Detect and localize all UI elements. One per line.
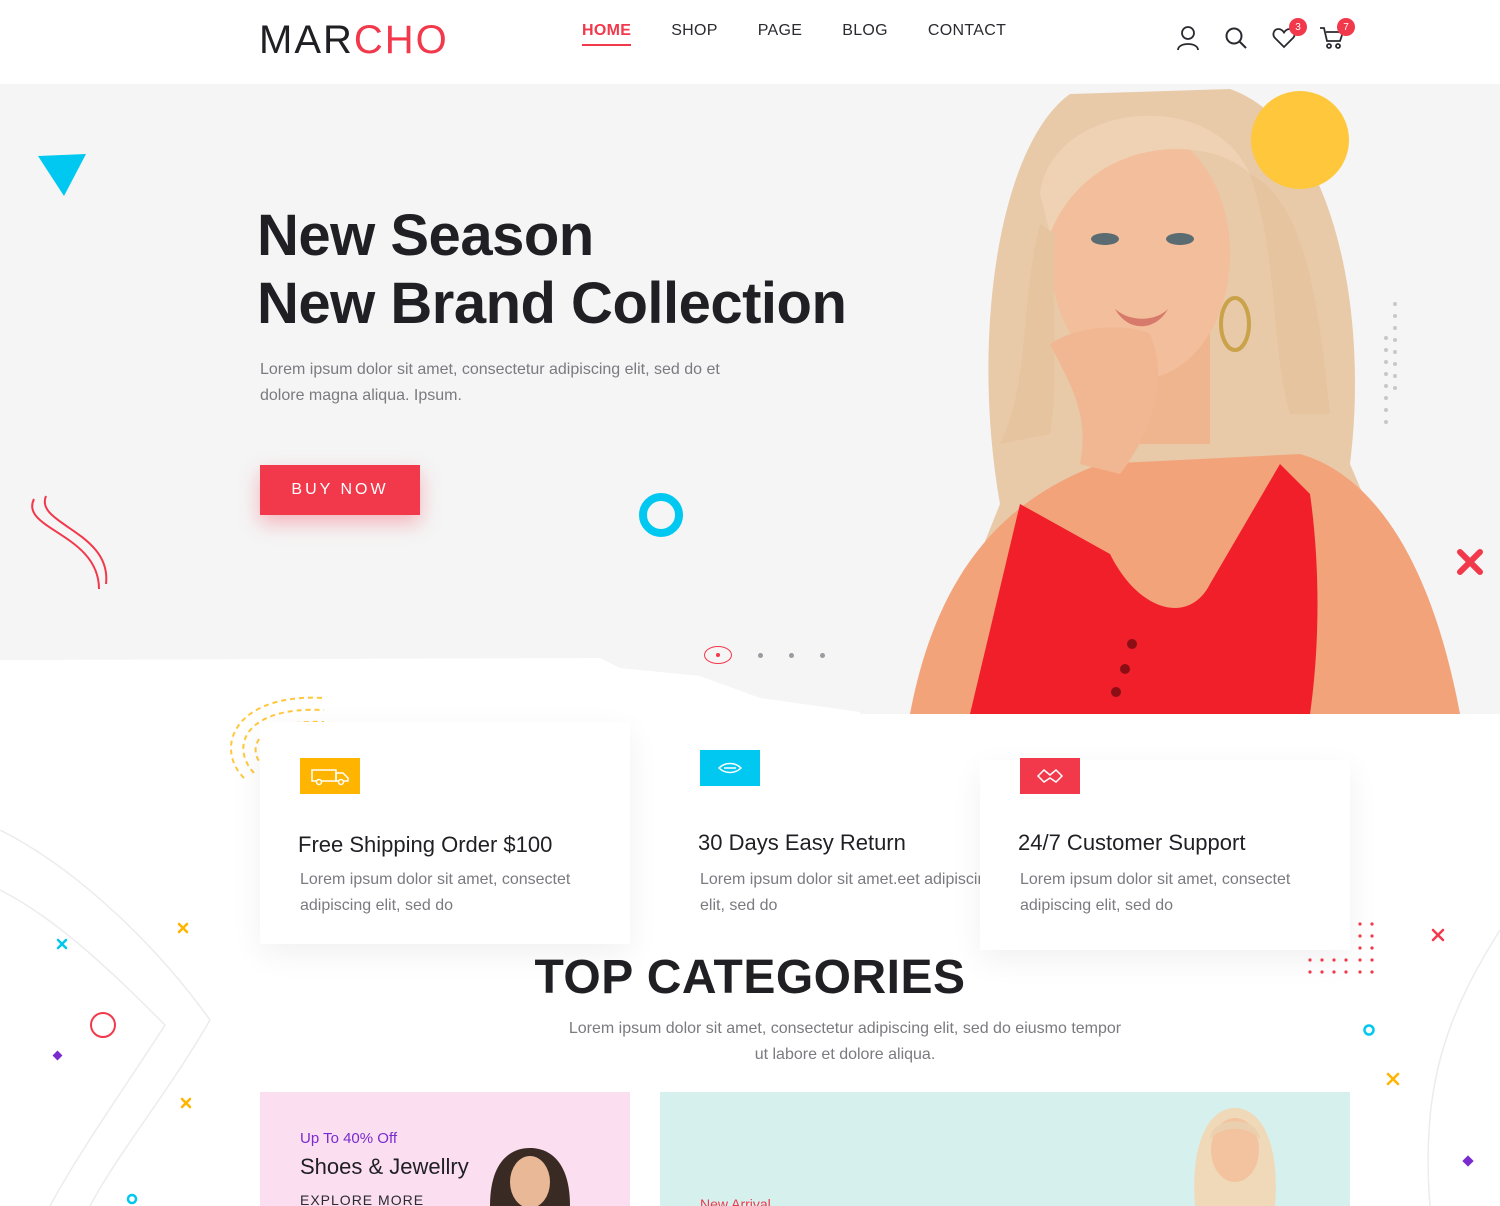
nav-blog[interactable]: BLOG [842,22,888,46]
logo-text-red: CHO [353,18,449,62]
category-new-label: New Arrival [700,1196,771,1206]
categories-description: Lorem ipsum dolor sit amet, consectetur … [568,1020,1122,1063]
slider-dot-3[interactable] [789,652,794,658]
wishlist-count-badge: 3 [1289,18,1307,36]
feature-description: Lorem ipsum dolor sit amet.eet adipiscin… [700,871,996,914]
truck-icon [300,758,360,794]
category-card-shoes-jewellry[interactable]: Up To 40% Off Shoes & Jewellry EXPLORE M… [260,1092,630,1206]
feature-card-returns: 30 Days Easy Return Lorem ipsum dolor si… [660,720,995,930]
category-name: Shoes & Jewellry [300,1154,469,1179]
category-model-photo [1194,1108,1276,1206]
category-model-photo [490,1148,570,1206]
feature-description: Lorem ipsum dolor sit amet, consectet ad… [1020,871,1291,914]
feature-description: Lorem ipsum dolor sit amet, consectet ad… [300,871,571,914]
explore-more-link[interactable]: EXPLORE MORE [300,1192,424,1206]
logo[interactable]: MARCHO [259,18,449,62]
feature-card-shipping: Free Shipping Order $100 Lorem ipsum dol… [260,722,630,944]
logo-text-dark: MAR [259,18,354,62]
feature-title: 30 Days Easy Return [698,830,906,855]
nav-home[interactable]: HOME [582,22,632,46]
slider-dot-1[interactable] [704,646,732,664]
buy-now-button[interactable]: BUY NOW [260,465,420,515]
category-offer: Up To 40% Off [300,1130,398,1147]
cart-button[interactable]: 7 [1319,18,1355,52]
categories-title: TOP CATEGORIES [534,951,966,1004]
hero-model-photo [850,84,1500,714]
slider-dot-4[interactable] [820,652,825,658]
nav-contact[interactable]: CONTACT [928,22,1006,46]
wave-lines-icon [31,495,108,590]
slider-dot-2[interactable] [758,652,763,658]
header-actions: 3 7 [1175,18,1355,52]
main-nav: HOME SHOP PAGE BLOG CONTACT [582,22,1006,46]
account-button[interactable] [1175,24,1201,52]
hero-banner: New Season New Brand Collection Lorem ip… [0,84,1500,714]
hero-slider-dots [704,646,825,664]
hero-title-line2: New Brand Collection [257,271,847,336]
category-card-new-arrival[interactable]: New Arrival [660,1092,1350,1206]
nav-page[interactable]: PAGE [758,22,802,46]
triangle-shape-icon [38,154,86,196]
ring-shape-icon [639,493,683,537]
support-icon [1020,758,1080,794]
hero-description: Lorem ipsum dolor sit amet, consectetur … [260,361,720,404]
hero-title: New Season New Brand Collection [257,202,847,338]
decorative-lines [0,830,211,1206]
feature-title: Free Shipping Order $100 [298,832,553,857]
wishlist-button[interactable]: 3 [1271,18,1307,52]
nav-shop[interactable]: SHOP [671,22,718,46]
user-icon [1177,26,1199,51]
feature-title: 24/7 Customer Support [1018,830,1246,855]
feature-card-support: 24/7 Customer Support Lorem ipsum dolor … [980,758,1350,950]
return-icon [700,750,760,786]
site-header: MARCHO HOME SHOP PAGE BLOG CONTACT 3 7 [0,0,1500,84]
hero-title-line1: New Season [257,203,594,268]
search-button[interactable] [1223,24,1249,52]
search-icon [1225,27,1247,49]
cart-count-badge: 7 [1337,18,1355,36]
